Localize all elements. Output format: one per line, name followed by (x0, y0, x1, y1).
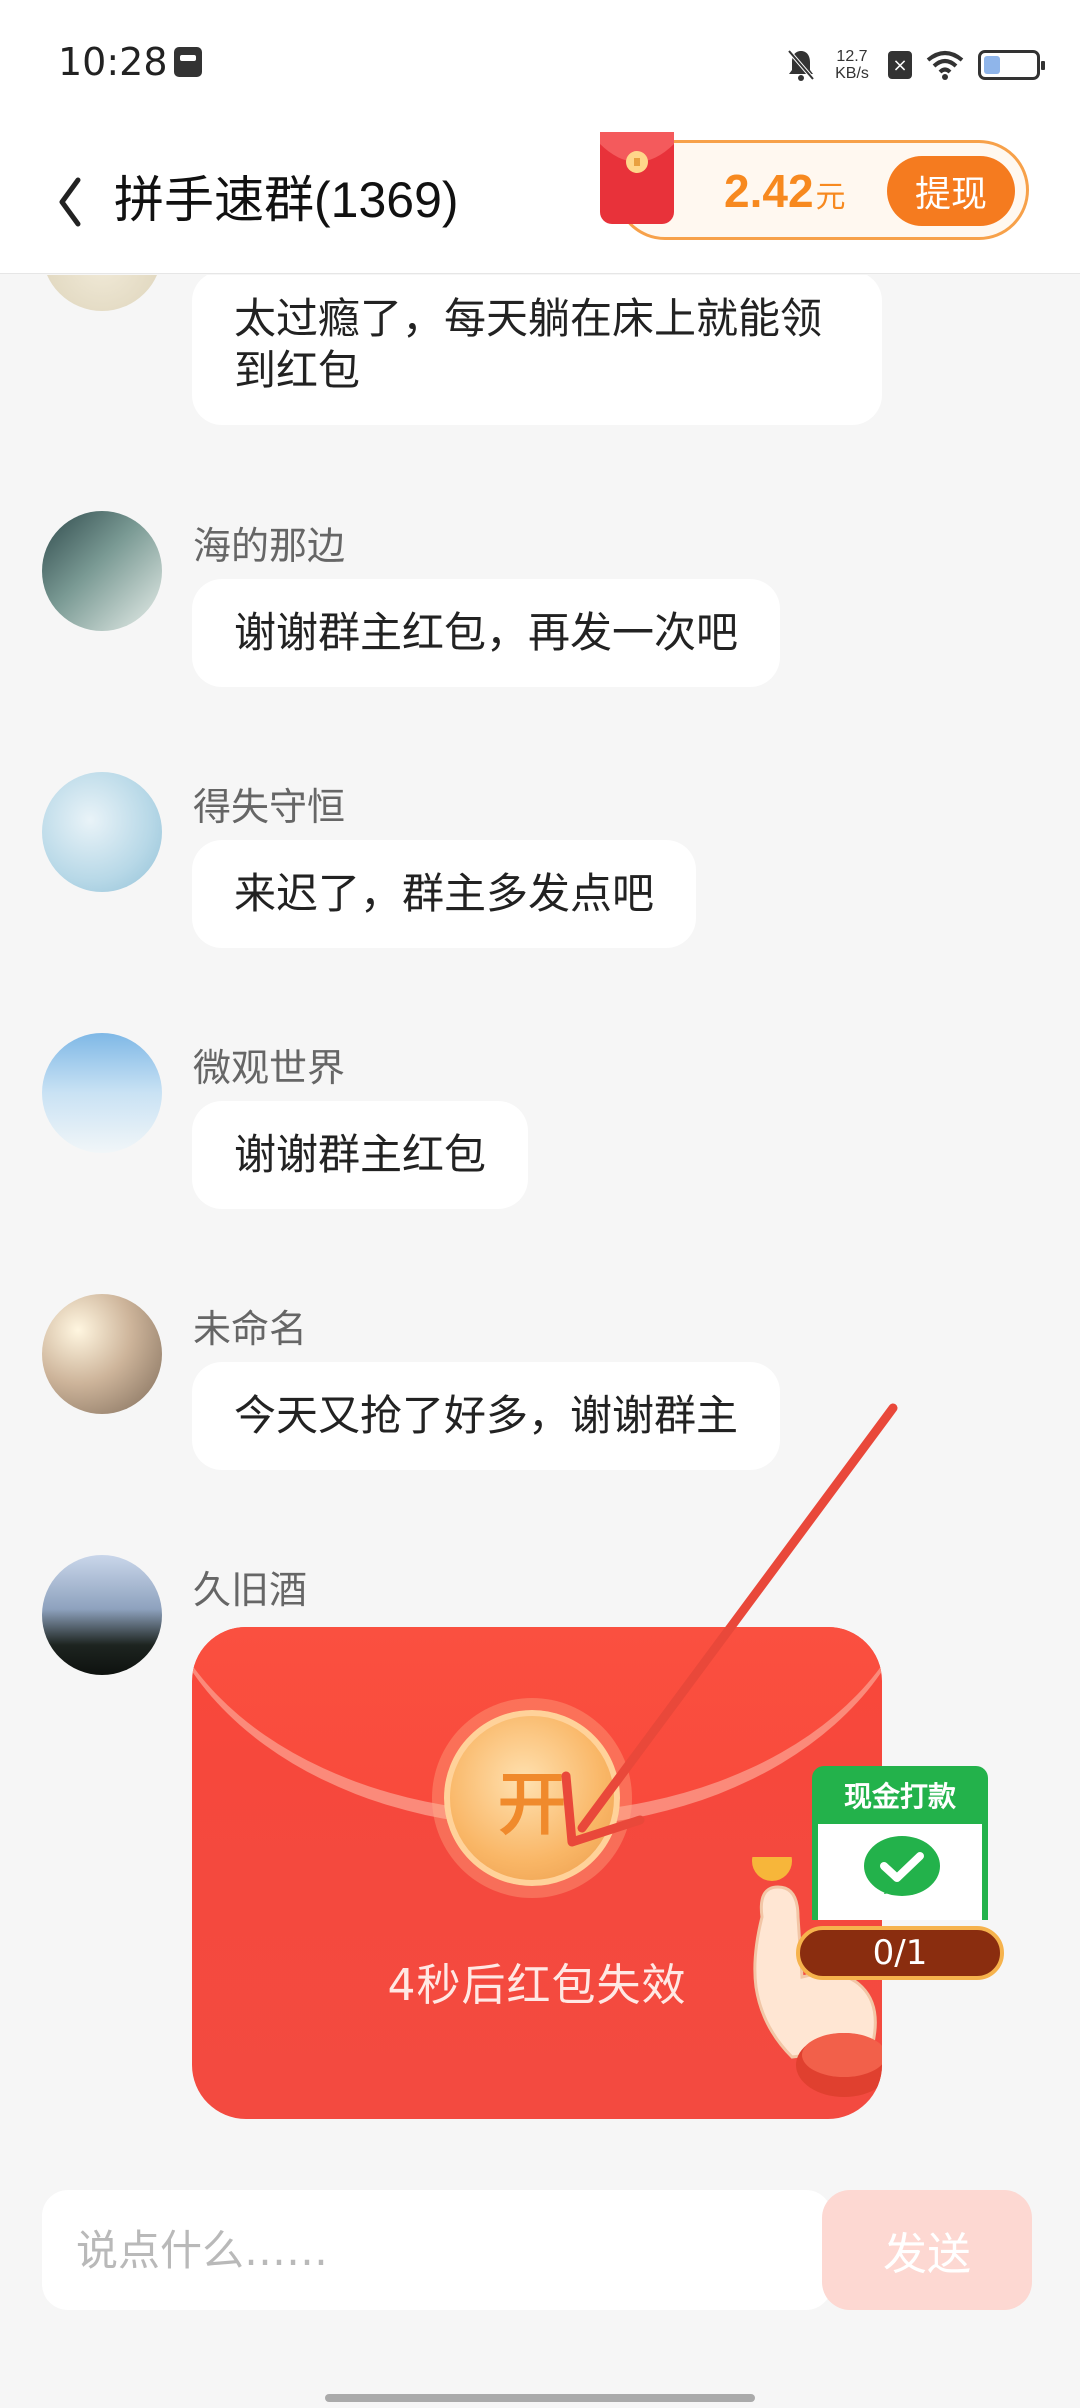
avatar[interactable] (42, 275, 162, 311)
message-bubble: 来迟了，群主多发点吧 (192, 840, 697, 948)
message-bubble: 谢谢群主红包，再发一次吧 (192, 579, 781, 687)
status-icons: 12.7 KB/s × (786, 40, 1045, 90)
message-bubble: 谢谢群主红包 (192, 1101, 529, 1209)
withdraw-button[interactable]: 提现 (887, 156, 1015, 226)
sender-name: 海的那边 (193, 524, 346, 568)
cash-payout-title: 现金打款 (812, 1766, 988, 1824)
status-bar: 10:28 12.7 KB/s × (0, 0, 1080, 130)
cash-payout-progress: 0/1 (796, 1926, 1004, 1980)
group-title: 拼手速群(1369) (114, 172, 459, 228)
avatar[interactable] (42, 772, 162, 892)
cash-payout-badge[interactable]: 现金打款 0/1 (796, 1766, 1004, 1986)
wechat-check-icon (864, 1836, 940, 1896)
open-packet-button[interactable]: 开 (444, 1710, 620, 1886)
message-input[interactable] (42, 2190, 832, 2310)
wifi-icon (926, 50, 964, 80)
message-input-bar: 发送 (42, 2190, 1032, 2310)
red-packet-message[interactable]: 开 4秒后红包失效 (192, 1627, 882, 2119)
chat-header: 拼手速群(1369) 2.42元 提现 (0, 130, 1080, 274)
sender-name: 微观世界 (193, 1046, 346, 1090)
reward-amount: 2.42元 (724, 165, 846, 217)
screenshot-icon (174, 47, 202, 77)
sender-name: 未命名 (193, 1307, 308, 1351)
avatar[interactable] (42, 1033, 162, 1153)
home-indicator[interactable] (325, 2394, 755, 2402)
back-arrow-icon[interactable] (50, 170, 90, 234)
cash-payout-body (812, 1824, 988, 1920)
sim-x-icon: × (888, 51, 912, 79)
sender-name: 久旧酒 (193, 1568, 308, 1612)
avatar[interactable] (42, 511, 162, 631)
mute-icon (786, 48, 816, 82)
sender-name: 得失守恒 (193, 785, 346, 829)
avatar[interactable] (42, 1555, 162, 1675)
red-envelope-icon (600, 132, 674, 224)
battery-icon (978, 50, 1045, 80)
send-button[interactable]: 发送 (822, 2190, 1032, 2310)
message-bubble: 今天又抢了好多，谢谢群主 (192, 1362, 781, 1470)
status-time: 10:28 (58, 40, 168, 84)
net-speed: 12.7 KB/s (835, 48, 869, 82)
avatar[interactable] (42, 1294, 162, 1414)
message-bubble: 太过瘾了，每天躺在床上就能领到红包 (192, 275, 882, 425)
